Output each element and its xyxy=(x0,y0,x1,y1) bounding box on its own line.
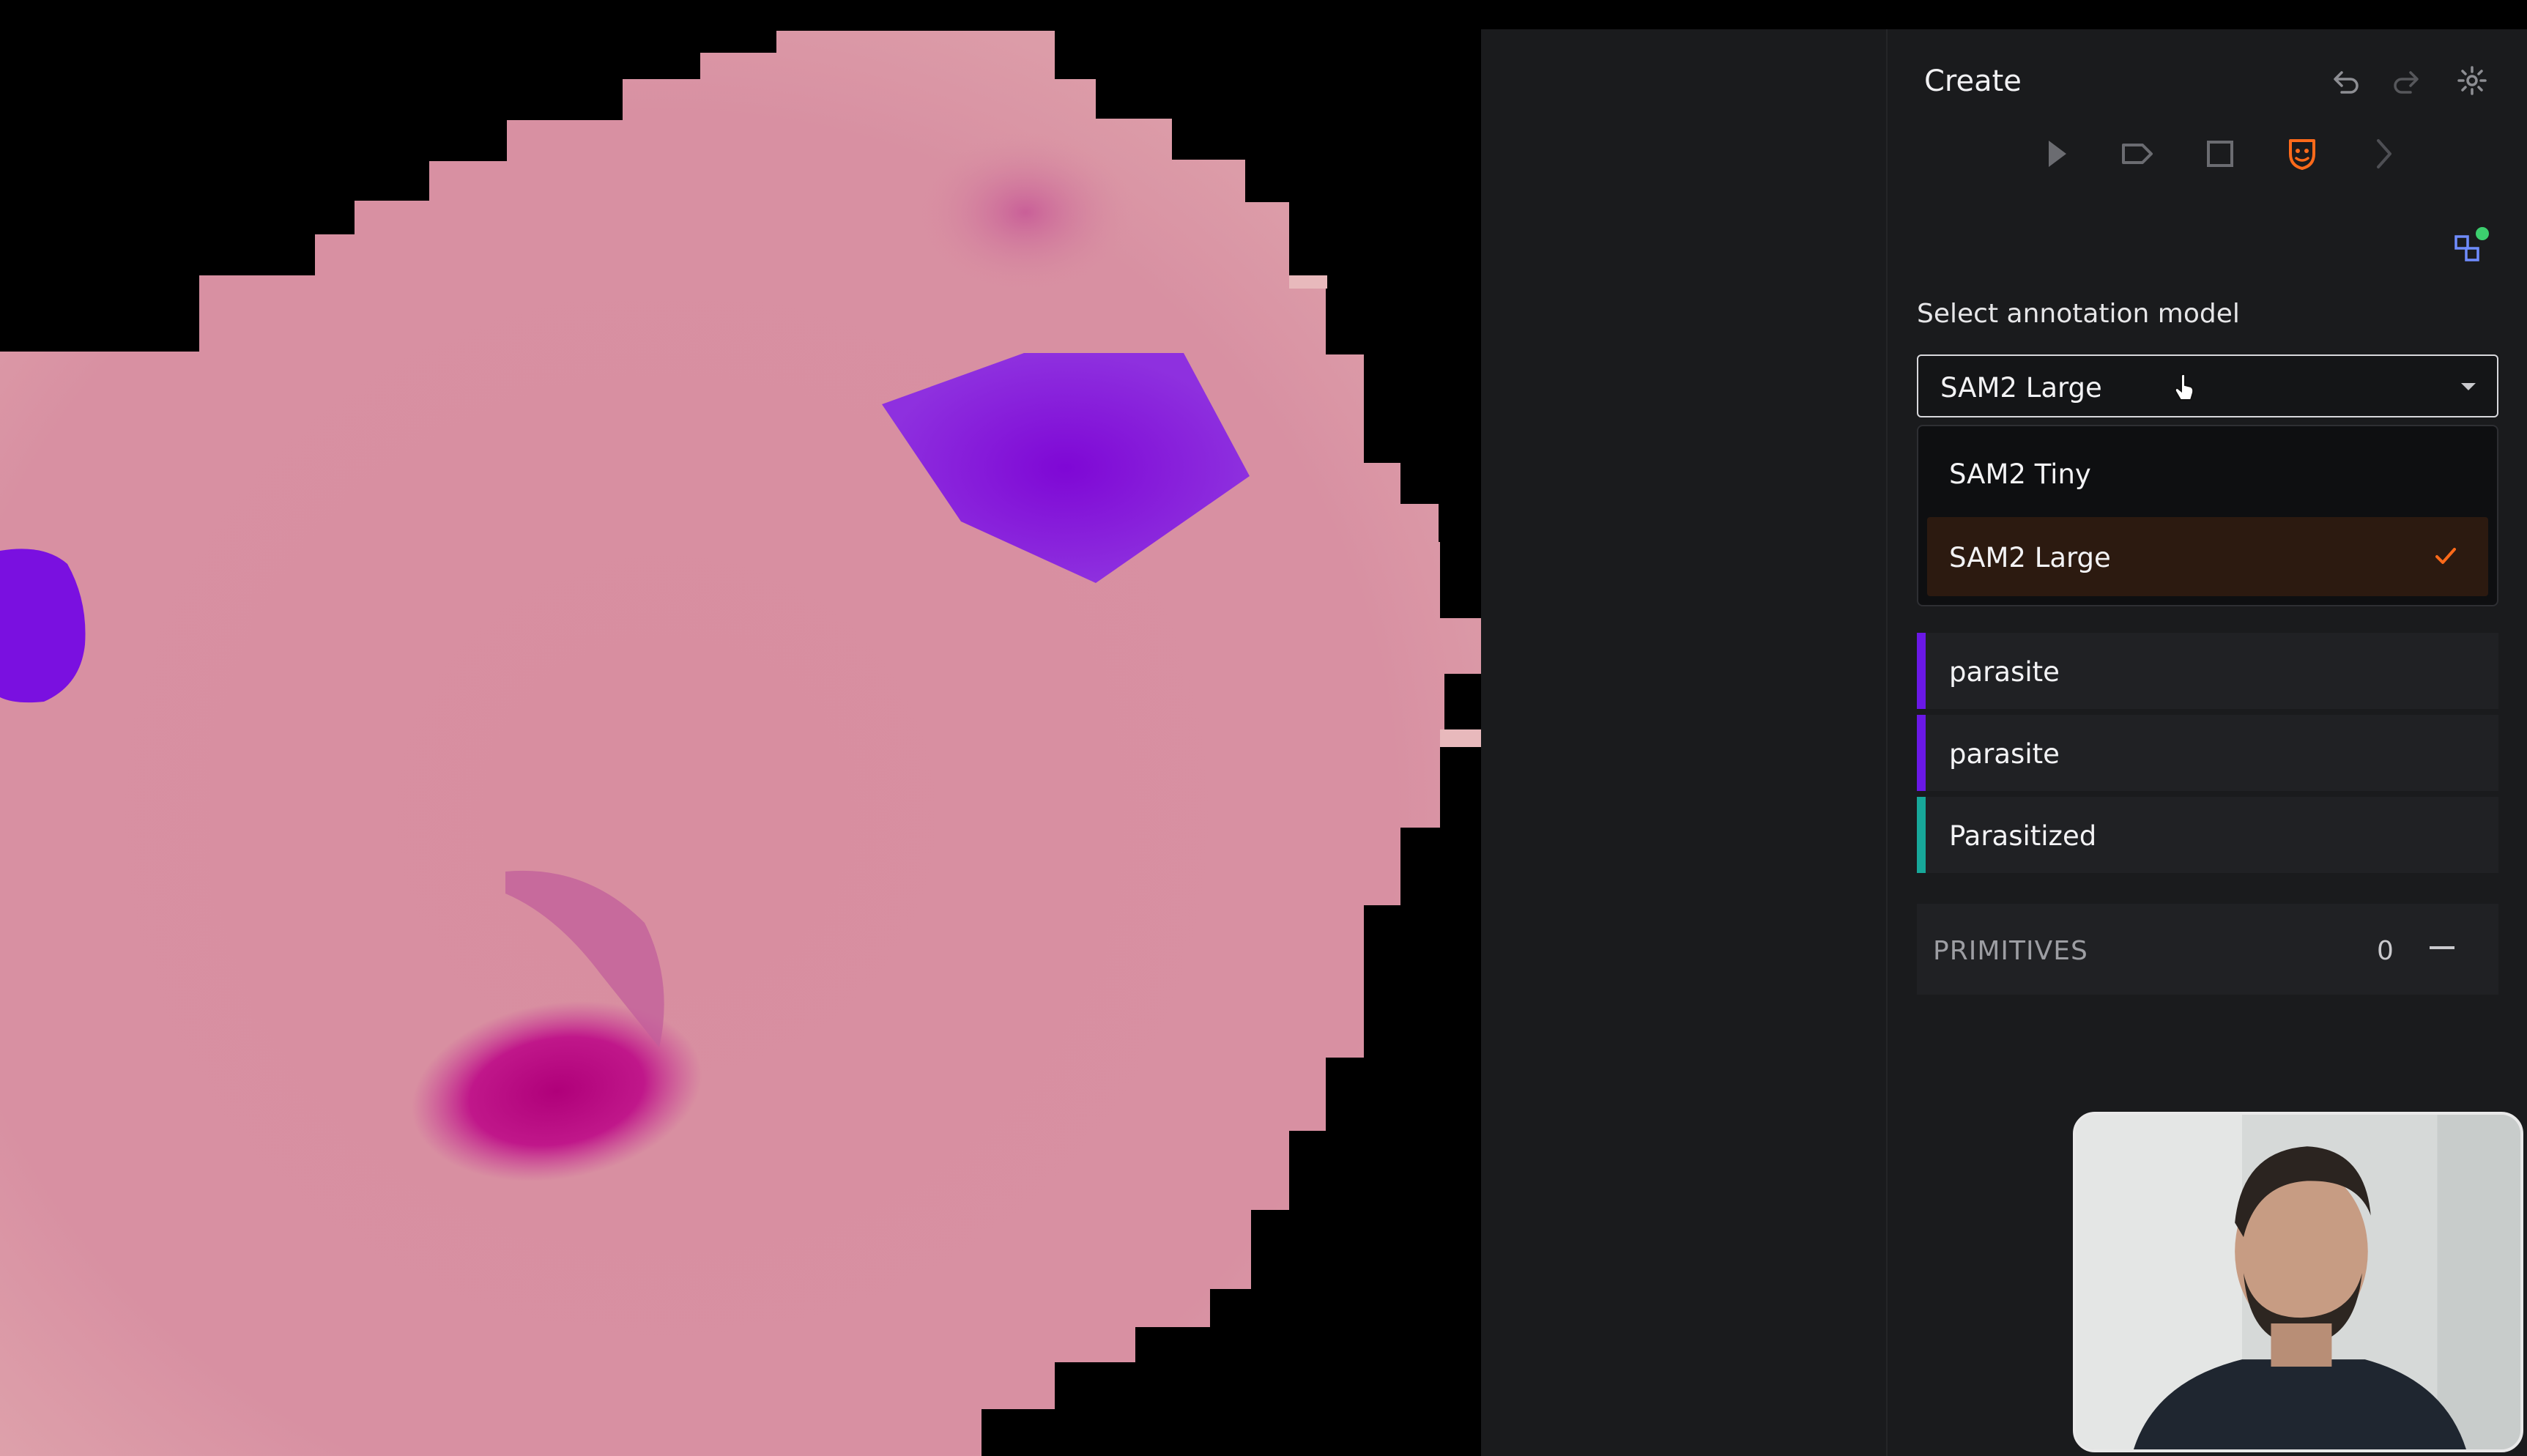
select-tool[interactable] xyxy=(2034,132,2078,176)
gear-icon[interactable] xyxy=(2454,63,2490,98)
annotation-model-select[interactable]: SAM2 Large xyxy=(1917,354,2498,417)
model-option-sam2-large[interactable]: SAM2 Large xyxy=(1927,517,2488,596)
class-label: parasite xyxy=(1949,656,2060,688)
chevron-down-icon xyxy=(2461,383,2476,390)
class-label: parasite xyxy=(1949,738,2060,770)
ai-model-status-icon[interactable] xyxy=(2452,223,2493,267)
class-color-swatch xyxy=(1917,715,1926,791)
class-item-parasite[interactable]: parasite xyxy=(1917,633,2498,709)
smart-mask-tool[interactable] xyxy=(2280,132,2324,176)
tag-icon xyxy=(2122,144,2153,164)
primitives-section[interactable]: PRIMITIVES 0 xyxy=(1917,904,2498,995)
class-label: Parasitized xyxy=(1949,820,2097,852)
class-item-parasitized[interactable]: Parasitized xyxy=(1917,797,2498,873)
canvas-sidebar-spacer xyxy=(1481,29,1886,1456)
class-color-swatch xyxy=(1917,633,1926,709)
checkmark-icon xyxy=(2435,548,2456,564)
box-tool[interactable] xyxy=(2198,132,2242,176)
label-tool[interactable] xyxy=(2115,132,2159,176)
model-dropdown-menu: SAM2 Tiny SAM2 Large xyxy=(1917,425,2498,606)
webcam-overlay xyxy=(2073,1112,2523,1452)
polyline-icon xyxy=(2377,139,2391,168)
redo-icon[interactable] xyxy=(2390,64,2425,100)
square-icon xyxy=(2207,141,2233,167)
primitives-count: 0 xyxy=(2377,936,2394,966)
class-color-swatch xyxy=(1917,797,1926,873)
blood-cell xyxy=(0,31,1481,1456)
collapse-icon[interactable] xyxy=(2430,946,2454,949)
undo-icon[interactable] xyxy=(2327,64,2362,100)
image-canvas[interactable] xyxy=(0,0,1481,1456)
option-label: SAM2 Tiny xyxy=(1949,458,2091,490)
model-option-sam2-tiny[interactable]: SAM2 Tiny xyxy=(1927,434,2488,513)
mask-icon xyxy=(2289,139,2315,170)
panel-title: Create xyxy=(1924,64,2022,98)
model-select-label: Select annotation model xyxy=(1917,299,2240,329)
model-select-value: SAM2 Large xyxy=(1940,372,2102,404)
pointer-arrow-icon xyxy=(2049,141,2066,167)
polyline-tool[interactable] xyxy=(2362,132,2406,176)
hand-cursor-icon xyxy=(2174,374,2194,401)
primitives-label: PRIMITIVES xyxy=(1933,936,2088,966)
class-item-parasite[interactable]: parasite xyxy=(1917,715,2498,791)
option-label: SAM2 Large xyxy=(1949,542,2111,573)
